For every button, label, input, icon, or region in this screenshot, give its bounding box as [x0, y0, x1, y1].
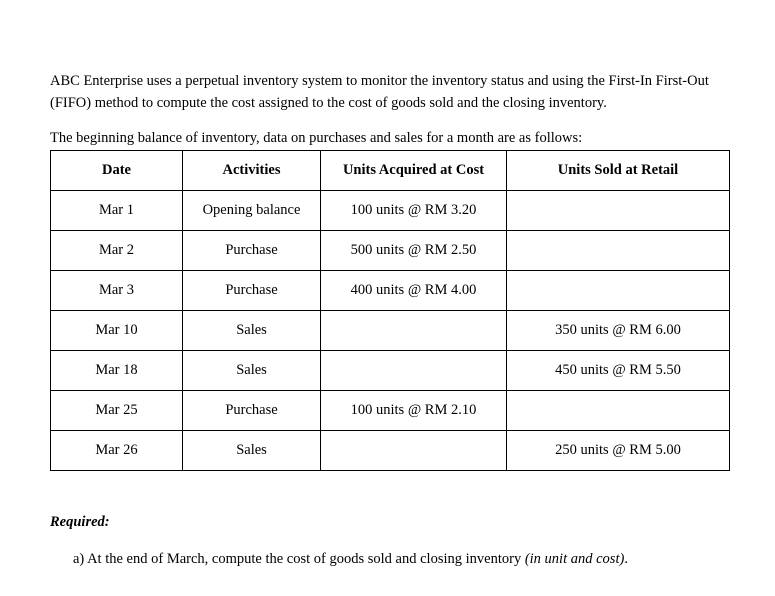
column-header-units-sold-at-retail: Units Sold at Retail	[506, 150, 730, 191]
cell-activity: Purchase	[182, 270, 321, 311]
cell-sold	[506, 270, 730, 311]
cell-acquired: 100 units @ RM 2.10	[320, 390, 507, 431]
table-row: Mar 10 Sales 350 units @ RM 6.00	[50, 310, 730, 351]
cell-sold: 250 units @ RM 5.00	[506, 430, 730, 471]
table-body: Mar 1 Opening balance 100 units @ RM 3.20 M…	[50, 190, 730, 471]
cell-acquired	[320, 350, 507, 391]
cell-date: Mar 3	[50, 270, 183, 311]
inventory-table: Date Activities Units Acquired at Cost U…	[50, 150, 730, 471]
cell-date: Mar 26	[50, 430, 183, 471]
required-item-a-text: a) At the end of March, compute the cost…	[73, 551, 525, 567]
cell-activity: Purchase	[182, 230, 321, 271]
table-row: Mar 18 Sales 450 units @ RM 5.50	[50, 350, 730, 391]
table-row: Mar 26 Sales 250 units @ RM 5.00	[50, 430, 730, 471]
cell-date: Mar 1	[50, 190, 183, 231]
cell-date: Mar 18	[50, 350, 183, 391]
required-item-a-tail: .	[624, 551, 628, 567]
cell-activity: Sales	[182, 430, 321, 471]
lead-in-text: The beginning balance of inventory, data…	[50, 130, 583, 146]
table-header: Date Activities Units Acquired at Cost U…	[50, 150, 730, 191]
cell-activity: Sales	[182, 350, 321, 391]
intro-block: ABC Enterprise uses a perpetual inventor…	[50, 70, 732, 114]
inventory-table-wrapper: Date Activities Units Acquired at Cost U…	[50, 150, 730, 471]
cell-activity: Purchase	[182, 390, 321, 431]
table-row: Mar 25 Purchase 100 units @ RM 2.10	[50, 390, 730, 431]
cell-sold	[506, 390, 730, 431]
required-heading: Required:	[50, 514, 110, 530]
cell-activity: Opening balance	[182, 190, 321, 231]
cell-acquired	[320, 310, 507, 351]
cell-date: Mar 10	[50, 310, 183, 351]
cell-activity: Sales	[182, 310, 321, 351]
cell-acquired: 500 units @ RM 2.50	[320, 230, 507, 271]
intro-paragraph: ABC Enterprise uses a perpetual inventor…	[50, 73, 709, 112]
table-row: Mar 3 Purchase 400 units @ RM 4.00	[50, 270, 730, 311]
column-header-units-acquired-at-cost: Units Acquired at Cost	[320, 150, 507, 191]
cell-acquired	[320, 430, 507, 471]
cell-sold: 450 units @ RM 5.50	[506, 350, 730, 391]
cell-date: Mar 25	[50, 390, 183, 431]
cell-acquired: 400 units @ RM 4.00	[320, 270, 507, 311]
cell-sold	[506, 230, 730, 271]
column-header-date: Date	[50, 150, 183, 191]
required-item-a-emphasis: (in unit and cost)	[524, 551, 625, 567]
table-row: Mar 2 Purchase 500 units @ RM 2.50	[50, 230, 730, 271]
required-item-a: a) At the end of March, compute the cost…	[73, 549, 628, 570]
document-page: ABC Enterprise uses a perpetual inventor…	[0, 0, 775, 596]
cell-date: Mar 2	[50, 230, 183, 271]
table-row: Mar 1 Opening balance 100 units @ RM 3.20	[50, 190, 730, 231]
column-header-activities: Activities	[182, 150, 321, 191]
table-header-row: Date Activities Units Acquired at Cost U…	[50, 150, 730, 191]
cell-sold: 350 units @ RM 6.00	[506, 310, 730, 351]
cell-acquired: 100 units @ RM 3.20	[320, 190, 507, 231]
cell-sold	[506, 190, 730, 231]
